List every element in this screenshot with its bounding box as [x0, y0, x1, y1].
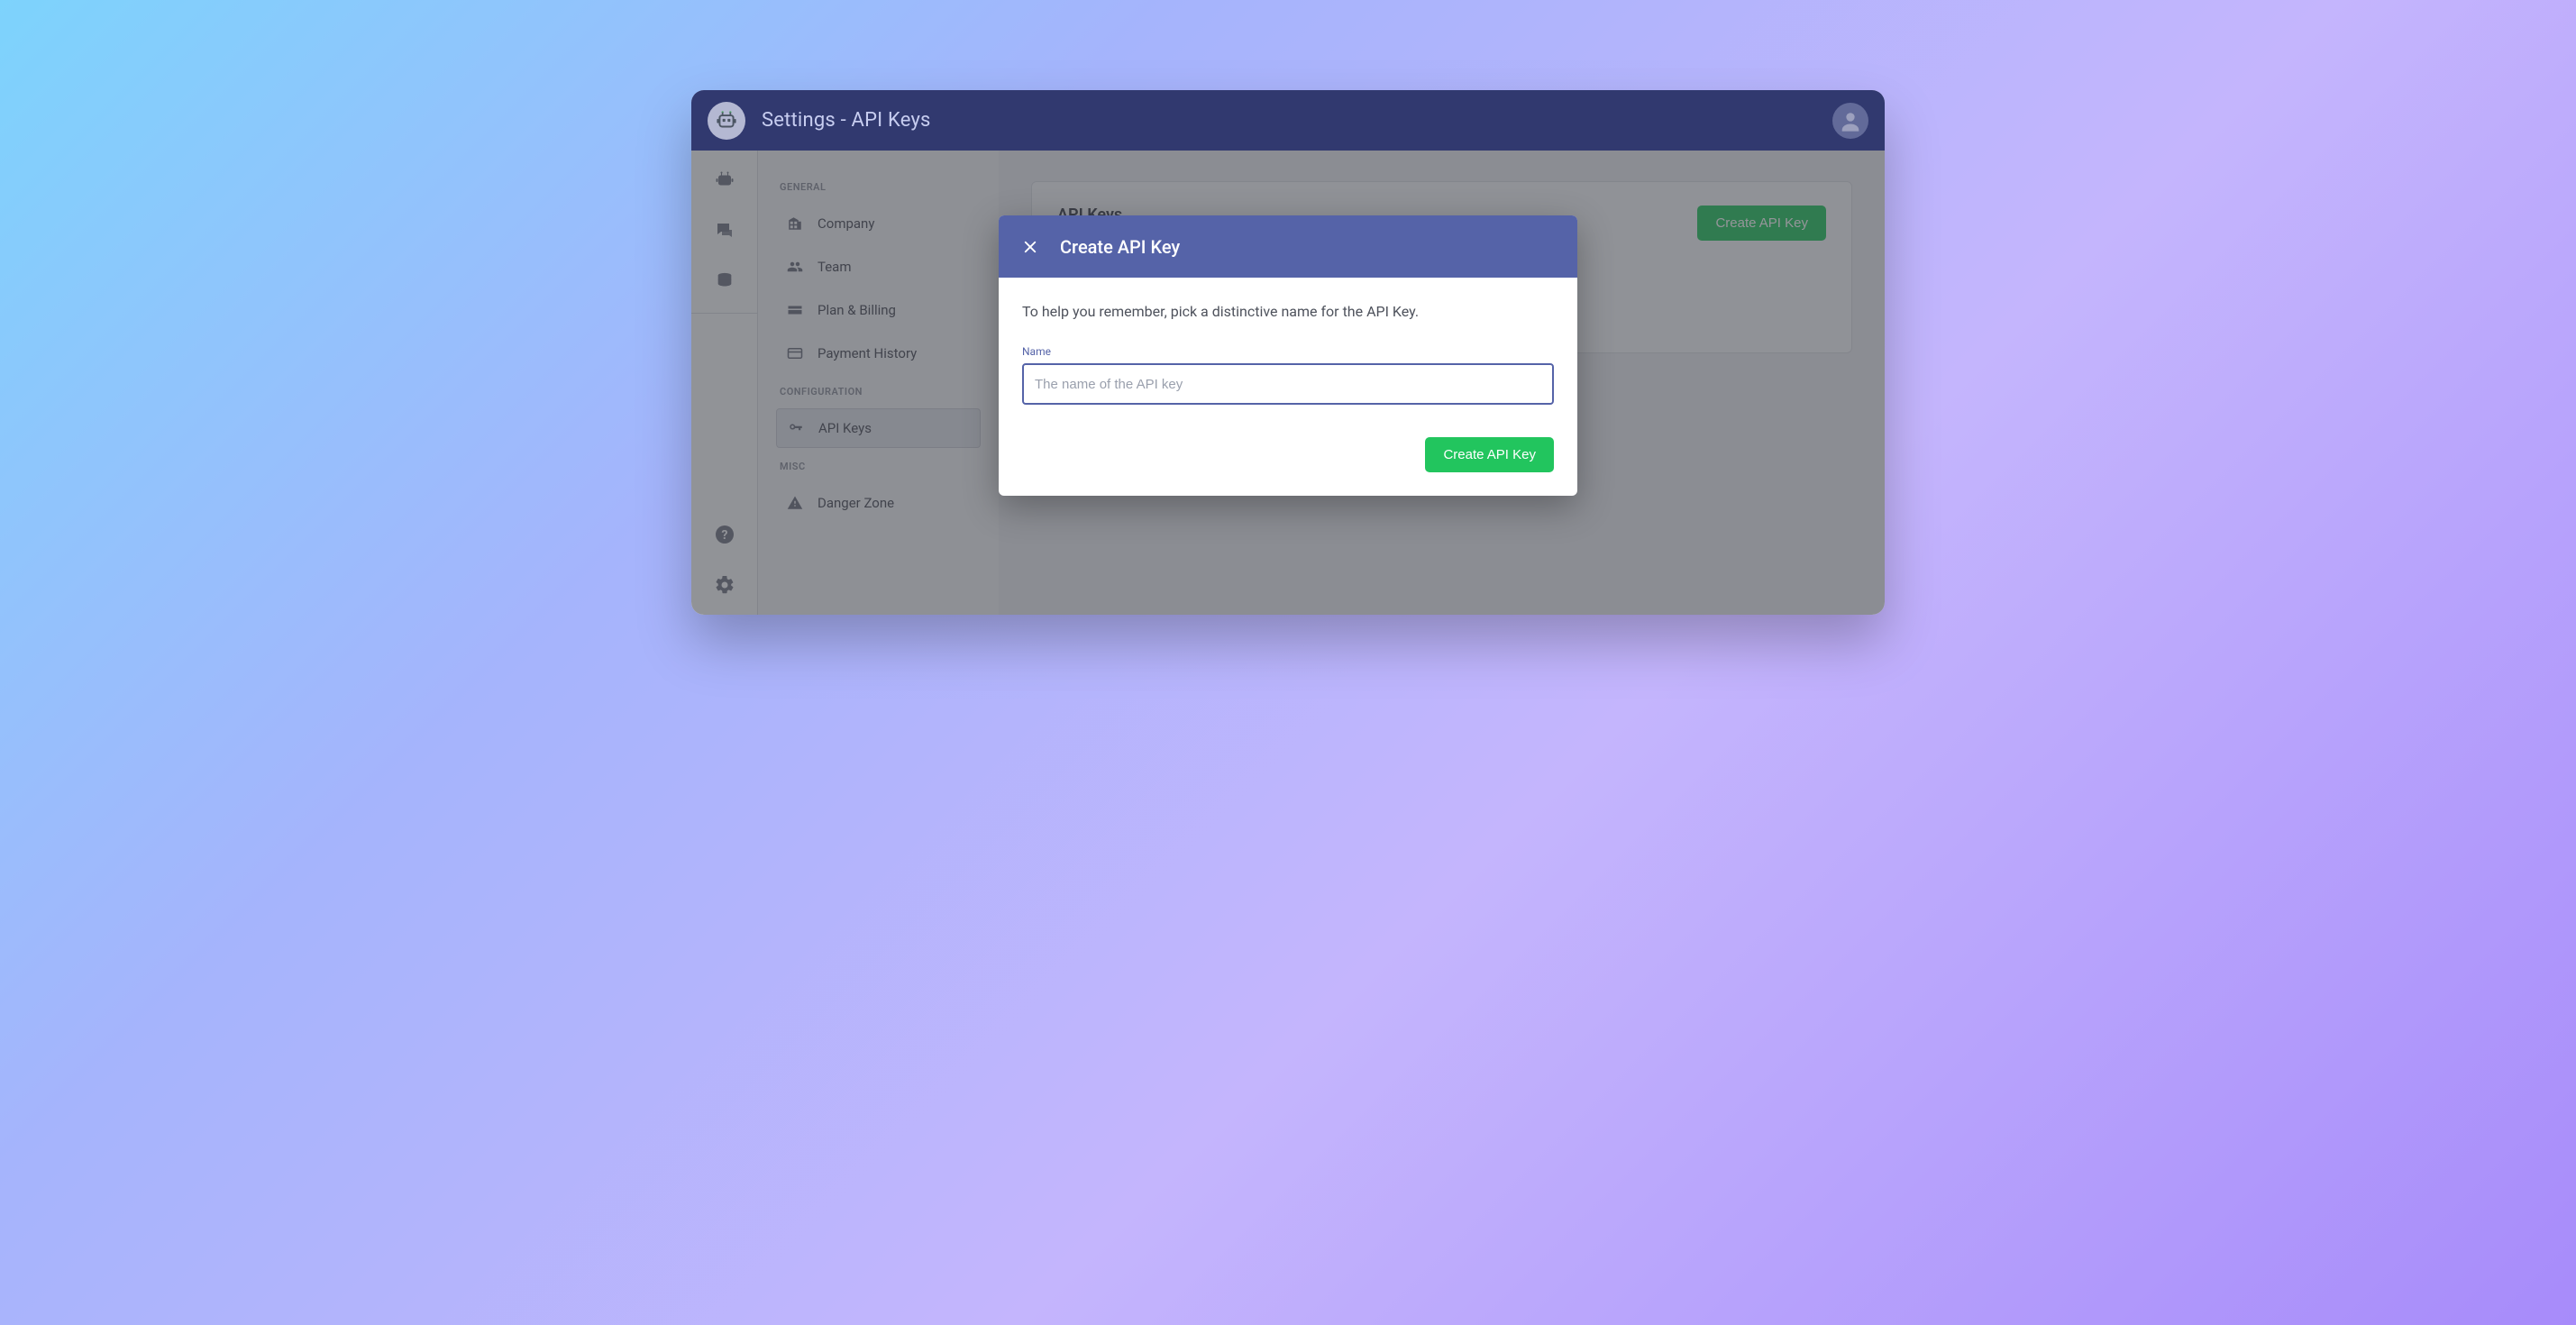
modal-footer: Create API Key: [999, 414, 1577, 496]
modal-submit-button[interactable]: Create API Key: [1425, 437, 1554, 472]
robot-icon: [715, 109, 738, 132]
user-avatar[interactable]: [1832, 103, 1868, 139]
user-icon: [1838, 108, 1863, 133]
close-icon: [1022, 239, 1038, 255]
modal-helper-text: To help you remember, pick a distinctive…: [1022, 303, 1554, 320]
modal-close-button[interactable]: [1020, 237, 1040, 257]
modal-header: Create API Key: [999, 215, 1577, 278]
modal-overlay[interactable]: Create API Key To help you remember, pic…: [691, 151, 1885, 615]
app-window: Settings - API Keys: [691, 90, 1885, 615]
app-header: Settings - API Keys: [691, 90, 1885, 151]
app-logo[interactable]: [708, 102, 745, 140]
modal-title: Create API Key: [1060, 236, 1180, 258]
name-field-label: Name: [1022, 345, 1554, 358]
api-key-name-input[interactable]: [1022, 363, 1554, 405]
modal-body: To help you remember, pick a distinctive…: [999, 278, 1577, 414]
create-api-key-modal: Create API Key To help you remember, pic…: [999, 215, 1577, 496]
page-title: Settings - API Keys: [762, 109, 931, 132]
